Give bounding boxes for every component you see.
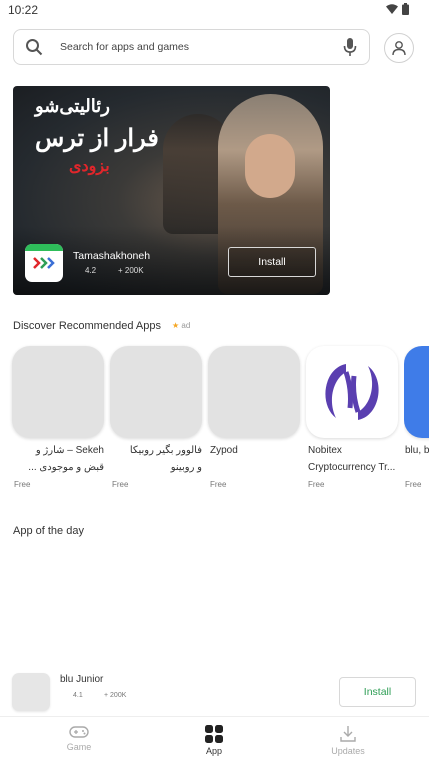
- banner-install-button[interactable]: Install: [228, 247, 316, 277]
- nav-label-updates: Updates: [331, 746, 365, 756]
- app-card-name-line2: Cryptocurrency Tr...: [308, 462, 396, 473]
- app-card-icon: [404, 346, 429, 438]
- search-input[interactable]: Search for apps and games: [60, 41, 189, 53]
- download-icon: [340, 726, 356, 742]
- bottom-navigation: Game App Updates: [0, 716, 429, 763]
- nobitex-logo-icon: [325, 364, 379, 420]
- app-card-name-line1: Zypod: [210, 445, 238, 456]
- app-card[interactable]: Sekeh – شارژ و قبض و موجودی ... Free: [12, 346, 104, 489]
- status-bar: 10:22: [0, 0, 429, 20]
- app-card-name-line1: blu, b: [405, 445, 429, 456]
- banner-app-downloads: + 200K: [118, 266, 144, 275]
- search-bar[interactable]: Search for apps and games: [13, 29, 370, 65]
- banner-app-name: Tamashakhoneh: [73, 250, 151, 262]
- app-card-price: Free: [405, 480, 422, 489]
- banner-app-icon[interactable]: [25, 244, 63, 282]
- app-card-name-line2: قبض و موجودی ...: [28, 462, 104, 473]
- gamepad-icon: [69, 726, 89, 738]
- chevrons-icon: [33, 257, 55, 269]
- apps-grid-icon: [205, 725, 223, 743]
- banner-face: [245, 134, 295, 198]
- banner-title-line3: بزودی: [69, 158, 110, 175]
- app-card-name: Nobitex Cryptocurrency Tr...: [308, 442, 404, 476]
- app-card[interactable]: Nobitex Cryptocurrency Tr... Free: [306, 346, 398, 489]
- featured-app-rating: 4.1: [73, 692, 83, 699]
- app-card-name: Sekeh – شارژ و قبض و موجودی ...: [12, 442, 104, 476]
- banner-title-line2: فرار از ترس: [35, 125, 159, 152]
- banner-title-line1: رئالیتی‌شو: [35, 96, 110, 116]
- status-icons: [386, 3, 409, 15]
- section-title-app-of-the-day: App of the day: [13, 525, 84, 537]
- ad-label: ad: [181, 321, 191, 330]
- app-card-name: blu, b: [405, 442, 429, 459]
- app-icon-strip: [25, 244, 63, 251]
- battery-icon: [402, 3, 409, 15]
- ad-badge: ★ ad: [172, 321, 190, 330]
- section-title-recommended: Discover Recommended Apps: [13, 320, 161, 332]
- featured-app-downloads: + 200K: [104, 692, 127, 699]
- app-card[interactable]: Zypod Free: [208, 346, 300, 489]
- nav-item-updates[interactable]: Updates: [318, 725, 378, 756]
- app-card-name-line2: و روبینو: [170, 462, 202, 473]
- nav-label-game: Game: [66, 742, 92, 752]
- search-icon: [26, 39, 43, 56]
- featured-install-button[interactable]: Install: [339, 677, 416, 707]
- app-card-icon: [306, 346, 398, 438]
- app-card[interactable]: blu, b Free: [404, 346, 429, 496]
- nav-item-game[interactable]: Game: [49, 725, 109, 752]
- app-card-icon: [12, 346, 104, 438]
- app-card-icon: [208, 346, 300, 438]
- wifi-icon: [386, 4, 398, 14]
- ad-star-icon: ★: [172, 321, 180, 330]
- app-card-name-line1: Sekeh – شارژ و: [35, 445, 104, 456]
- app-card-name: Zypod: [210, 442, 306, 459]
- app-card-price: Free: [14, 480, 31, 489]
- app-card-icon: [110, 346, 202, 438]
- featured-app-icon[interactable]: [12, 673, 50, 711]
- banner-app-rating: 4.2: [85, 266, 97, 275]
- featured-app-name[interactable]: blu Junior: [60, 674, 103, 685]
- nav-item-app[interactable]: App: [184, 725, 244, 756]
- account-button[interactable]: [384, 33, 414, 63]
- app-card-price: Free: [308, 480, 325, 489]
- app-card-name-line1: فالوور بگیر روبیکا: [129, 445, 202, 456]
- promo-banner[interactable]: رئالیتی‌شو فرار از ترس بزودی Tamashakhon…: [13, 86, 330, 295]
- account-icon: [392, 41, 406, 56]
- app-card-name: فالوور بگیر روبیکا و روبینو: [110, 442, 202, 476]
- microphone-icon[interactable]: [343, 37, 357, 57]
- app-card-name-line1: Nobitex: [308, 445, 342, 456]
- nav-label-app: App: [205, 746, 222, 756]
- app-card-price: Free: [112, 480, 129, 489]
- status-time: 10:22: [8, 3, 39, 17]
- app-card-price: Free: [210, 480, 227, 489]
- app-card[interactable]: فالوور بگیر روبیکا و روبینو Free: [110, 346, 202, 489]
